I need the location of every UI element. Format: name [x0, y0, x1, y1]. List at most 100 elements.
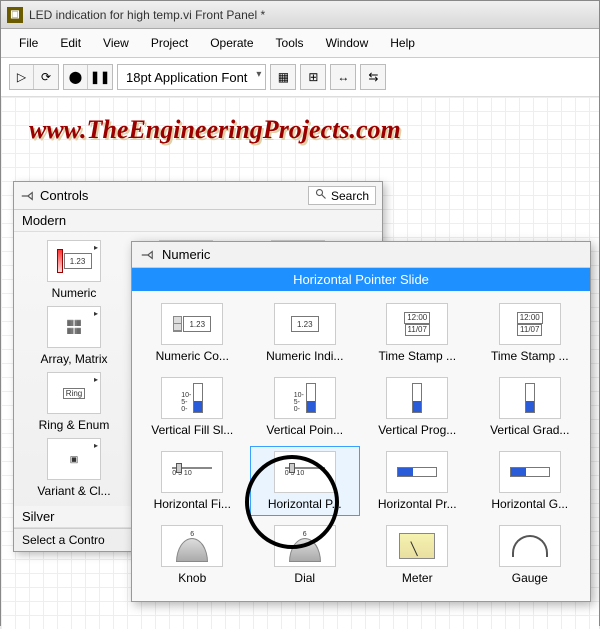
section-modern[interactable]: Modern [14, 210, 382, 232]
menu-edit[interactable]: Edit [50, 33, 91, 53]
numeric-item-label: Horizontal G... [478, 497, 583, 511]
numeric-item-label: Vertical Grad... [478, 423, 583, 437]
menu-file[interactable]: File [9, 33, 48, 53]
numeric-item-vpoint[interactable]: 10-5-0- Vertical Poin... [251, 373, 360, 441]
vgrad-icon [499, 377, 561, 419]
resize-controls: ↔ [330, 64, 356, 90]
numeric-item-vprog[interactable]: Vertical Prog... [363, 373, 472, 441]
run-button[interactable]: ▷ [10, 65, 34, 89]
distribute-button[interactable]: ⊞ [301, 65, 325, 89]
numeric-item-label: Horizontal Fi... [140, 497, 245, 511]
numeric-item-ts-ind[interactable]: 12:0011/07 Time Stamp ... [476, 299, 585, 367]
titlebar: ▣ LED indication for high temp.vi Front … [1, 1, 599, 29]
numeric-item-hpoint[interactable]: 0 5 10 Horizontal P... [251, 447, 360, 515]
numeric-palette-header: Numeric [132, 242, 590, 268]
numeric-item-vfill[interactable]: 10-5-0- Vertical Fill Sl... [138, 373, 247, 441]
controls-palette-header: Controls Search [14, 182, 382, 210]
abort-button[interactable]: ⬤ [64, 65, 88, 89]
gauge-icon [499, 525, 561, 567]
run-controls: ▷ ⟳ [9, 64, 59, 90]
dial-icon: 6 [274, 525, 336, 567]
numeric-item-label: Time Stamp ... [478, 349, 583, 363]
menu-tools[interactable]: Tools [266, 33, 314, 53]
numeric-item-vgrad[interactable]: Vertical Grad... [476, 373, 585, 441]
pause-button[interactable]: ❚❚ [88, 65, 112, 89]
font-select-label: 18pt Application Font [126, 70, 247, 85]
hfill-icon: 0 5 10 [161, 451, 223, 493]
meter-icon [386, 525, 448, 567]
variant-category-icon: ▸▣ [47, 438, 101, 480]
hpoint-icon: 0 5 10 [274, 451, 336, 493]
numeric-category-icon: ▸ 1.23 [47, 240, 101, 282]
numeric-palette: Numeric Horizontal Pointer Slide 1.23 Num… [131, 241, 591, 602]
numeric-item-dial[interactable]: 6 Dial [251, 521, 360, 589]
window-title: LED indication for high temp.vi Front Pa… [29, 8, 265, 22]
ts-ind-icon: 12:0011/07 [499, 303, 561, 345]
numeric-item-label: Vertical Fill Sl... [140, 423, 245, 437]
distribute-controls: ⊞ [300, 64, 326, 90]
menu-window[interactable]: Window [316, 33, 379, 53]
numeric-item-label: Numeric Co... [140, 349, 245, 363]
menu-project[interactable]: Project [141, 33, 198, 53]
numeric-item-label: Gauge [478, 571, 583, 585]
ts-ctrl-icon: 12:0011/07 [386, 303, 448, 345]
menubar: File Edit View Project Operate Tools Win… [1, 29, 599, 58]
num-ctrl-icon: 1.23 [161, 303, 223, 345]
knob-icon: 6 [161, 525, 223, 567]
numeric-item-label: Vertical Poin... [253, 423, 358, 437]
controls-item-array[interactable]: ▸▦▦▦▦ Array, Matrix [22, 306, 126, 366]
main-window: ▣ LED indication for high temp.vi Front … [0, 0, 600, 626]
resize-button[interactable]: ↔ [331, 65, 355, 89]
reorder-controls: ⇆ [360, 64, 386, 90]
array-category-icon: ▸▦▦▦▦ [47, 306, 101, 348]
font-select[interactable]: 18pt Application Font [117, 64, 266, 90]
controls-palette-title: Controls [40, 188, 88, 203]
pin-icon[interactable] [140, 248, 154, 262]
search-icon [315, 188, 327, 203]
controls-item-ring[interactable]: ▸Ring Ring & Enum [22, 372, 126, 432]
numeric-item-hgrad[interactable]: Horizontal G... [476, 447, 585, 515]
front-panel-canvas[interactable]: www.TheEngineeringProjects.com Controls … [1, 97, 599, 629]
numeric-item-hfill[interactable]: 0 5 10 Horizontal Fi... [138, 447, 247, 515]
menu-help[interactable]: Help [380, 33, 425, 53]
app-icon: ▣ [7, 7, 23, 23]
numeric-item-label: Meter [365, 571, 470, 585]
run-continuously-button[interactable]: ⟳ [34, 65, 58, 89]
ring-category-icon: ▸Ring [47, 372, 101, 414]
numeric-item-meter[interactable]: Meter [363, 521, 472, 589]
controls-item-variant[interactable]: ▸▣ Variant & Cl... [22, 438, 126, 498]
hprog-icon [386, 451, 448, 493]
numeric-item-num-ind[interactable]: 1.23 Numeric Indi... [251, 299, 360, 367]
numeric-item-label: Time Stamp ... [365, 349, 470, 363]
numeric-item-label: Numeric Indi... [253, 349, 358, 363]
reorder-button[interactable]: ⇆ [361, 65, 385, 89]
numeric-item-label: Horizontal P... [253, 497, 358, 511]
numeric-item-hprog[interactable]: Horizontal Pr... [363, 447, 472, 515]
numeric-item-label: Horizontal Pr... [365, 497, 470, 511]
menu-view[interactable]: View [93, 33, 139, 53]
watermark-text: www.TheEngineeringProjects.com [29, 115, 401, 145]
align-controls: ▦ [270, 64, 296, 90]
numeric-item-gauge[interactable]: Gauge [476, 521, 585, 589]
hgrad-icon [499, 451, 561, 493]
numeric-item-label: Knob [140, 571, 245, 585]
numeric-palette-title: Numeric [162, 247, 210, 262]
numeric-highlight-bar: Horizontal Pointer Slide [132, 268, 590, 291]
vfill-icon: 10-5-0- [161, 377, 223, 419]
pin-icon[interactable] [20, 189, 34, 203]
search-label: Search [331, 189, 369, 203]
numeric-item-label: Dial [253, 571, 358, 585]
vpoint-icon: 10-5-0- [274, 377, 336, 419]
numeric-item-ts-ctrl[interactable]: 12:0011/07 Time Stamp ... [363, 299, 472, 367]
search-button[interactable]: Search [308, 186, 376, 205]
toolbar: ▷ ⟳ ⬤ ❚❚ 18pt Application Font ▦ ⊞ ↔ ⇆ [1, 58, 599, 97]
controls-item-numeric[interactable]: ▸ 1.23 Numeric [22, 240, 126, 300]
numeric-item-knob[interactable]: 6 Knob [138, 521, 247, 589]
abort-controls: ⬤ ❚❚ [63, 64, 113, 90]
num-ind-icon: 1.23 [274, 303, 336, 345]
align-button[interactable]: ▦ [271, 65, 295, 89]
menu-operate[interactable]: Operate [200, 33, 263, 53]
numeric-item-label: Vertical Prog... [365, 423, 470, 437]
vprog-icon [386, 377, 448, 419]
numeric-item-num-ctrl[interactable]: 1.23 Numeric Co... [138, 299, 247, 367]
